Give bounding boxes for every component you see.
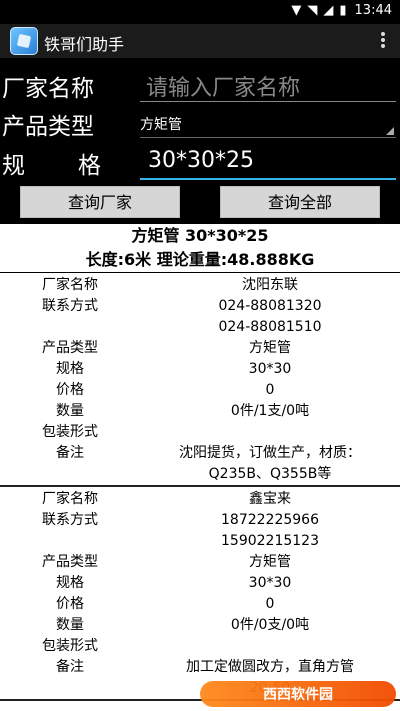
spec-input-value: 30*30*25 — [148, 148, 254, 173]
result-row: 价格 0 — [0, 594, 400, 615]
result-row: 备注 加工定做圆改方，直角方管 — [0, 657, 400, 678]
result-value: 024-88081320 — [218, 298, 322, 314]
spec-row: 规 格 30*30*25 — [0, 142, 400, 182]
result-key: 产品类型 — [42, 554, 98, 570]
status-time: 13:44 — [354, 3, 392, 18]
manufacturer-input[interactable]: 请输入厂家名称 — [140, 66, 396, 102]
result-value: 30*30 — [248, 575, 292, 591]
summary-detail: 长度:6米 理论重量:48.888KG — [85, 250, 315, 269]
overflow-dot-icon — [381, 44, 385, 48]
result-key: 产品类型 — [42, 340, 98, 356]
product-type-row: 产品类型 方矩管 — [0, 104, 400, 142]
result-value: 鑫宝来 — [249, 491, 291, 507]
result-row: 厂家名称 鑫宝来 — [0, 489, 400, 510]
spec-label-2: 格 — [78, 153, 101, 179]
status-bar: ▼ ◥ ◢ ▮ 13:44 — [0, 0, 400, 24]
summary-title: 方矩管 30*30*25 — [131, 226, 269, 245]
result-row: 数量 0件/1支/0吨 — [0, 401, 400, 422]
watermark-logo: 西西软件园 — [200, 681, 396, 707]
result-key — [0, 464, 140, 485]
result-value: Q235B、Q355B等 — [208, 466, 332, 482]
location-icon: ▼ — [291, 3, 302, 18]
result-row: 规格 30*30 — [0, 359, 400, 380]
action-bar: 铁哥们助手 — [0, 24, 400, 58]
result-key — [0, 531, 140, 552]
result-row: 规格 30*30 — [0, 573, 400, 594]
result-row: 包装形式 — [0, 422, 400, 443]
query-all-button[interactable]: 查询全部 — [220, 186, 380, 218]
result-row: 产品类型 方矩管 — [0, 552, 400, 573]
manufacturer-row: 厂家名称 请输入厂家名称 — [0, 62, 400, 104]
result-list[interactable]: 厂家名称 沈阳东联联系方式 024-88081320 024-88081510 产品类型… — [0, 273, 400, 711]
result-row: 包装形式 — [0, 636, 400, 657]
result-value: 18722225966 — [221, 512, 319, 528]
result-key: 数量 — [56, 403, 84, 419]
result-key: 包装形式 — [42, 638, 98, 654]
battery-icon: ▮ — [339, 3, 347, 18]
result-value: 0件/0支/0吨 — [230, 617, 310, 633]
result-key: 规格 — [56, 575, 84, 591]
result-value: 0 — [265, 596, 275, 612]
result-row: Q235B、Q355B等 — [0, 464, 400, 485]
result-key: 备注 — [56, 445, 84, 461]
result-value: 方矩管 — [249, 340, 291, 356]
result-key: 价格 — [56, 382, 84, 398]
result-row: 数量 0件/0支/0吨 — [0, 615, 400, 636]
result-record[interactable]: 厂家名称 沈阳东联联系方式 024-88081320 024-88081510 产品类型… — [0, 273, 400, 487]
result-key — [0, 317, 140, 338]
result-key: 规格 — [56, 361, 84, 377]
app-logo-icon — [10, 27, 38, 55]
result-value: 0 — [265, 382, 275, 398]
query-manufacturer-button[interactable]: 查询厂家 — [20, 186, 180, 218]
result-value: 024-88081510 — [218, 319, 322, 335]
result-value: 沈阳东联 — [242, 277, 298, 293]
signal-icon: ◢ — [323, 3, 334, 18]
result-row: 15902215123 — [0, 531, 400, 552]
wifi-icon: ◥ — [307, 3, 318, 18]
result-value: 方矩管 — [249, 554, 291, 570]
result-value: 加工定做圆改方，直角方管 — [186, 659, 354, 675]
product-type-value: 方矩管 — [140, 117, 182, 133]
overflow-dot-icon — [381, 32, 385, 36]
overflow-dot-icon — [381, 38, 385, 42]
watermark-text: 西西软件园 — [263, 687, 333, 703]
result-key: 数量 — [56, 617, 84, 633]
result-value: 30*30 — [248, 361, 292, 377]
manufacturer-label: 厂家名称 — [2, 76, 94, 102]
app-title: 铁哥们助手 — [44, 35, 125, 54]
manufacturer-placeholder: 请输入厂家名称 — [146, 76, 301, 101]
result-row: 联系方式 024-88081320 — [0, 296, 400, 317]
result-key: 联系方式 — [42, 512, 98, 528]
result-value — [140, 422, 400, 443]
result-key: 厂家名称 — [42, 491, 98, 507]
result-row: 联系方式 18722225966 — [0, 510, 400, 531]
main-content: 厂家名称 请输入厂家名称 产品类型 方矩管 规 格 30*30*25 查询厂家 … — [0, 58, 400, 711]
result-record[interactable]: 厂家名称 鑫宝来联系方式 18722225966 15902215123 产品类型 方矩管… — [0, 487, 400, 701]
result-value: 沈阳提货，订做生产，材质： — [179, 445, 361, 461]
result-key: 价格 — [56, 596, 84, 612]
result-key: 厂家名称 — [42, 277, 98, 293]
result-key: 备注 — [56, 659, 84, 675]
overflow-menu-button[interactable] — [380, 32, 386, 52]
result-row: 024-88081510 — [0, 317, 400, 338]
result-row: 备注 沈阳提货，订做生产，材质： — [0, 443, 400, 464]
status-icons: ▼ ◥ ◢ ▮ 13:44 — [291, 3, 392, 18]
result-key — [0, 678, 140, 699]
dropdown-arrow-icon — [386, 127, 394, 135]
result-key: 联系方式 — [42, 298, 98, 314]
result-summary: 方矩管 30*30*25 长度:6米 理论重量:48.888KG — [0, 224, 400, 272]
result-row: 价格 0 — [0, 380, 400, 401]
result-value — [140, 636, 400, 657]
result-value: 15902215123 — [221, 533, 319, 549]
result-row: 产品类型 方矩管 — [0, 338, 400, 359]
product-type-label: 产品类型 — [2, 114, 94, 140]
product-type-select[interactable]: 方矩管 — [140, 108, 396, 138]
result-key: 包装形式 — [42, 424, 98, 440]
result-row: 厂家名称 沈阳东联 — [0, 275, 400, 296]
result-value: 0件/1支/0吨 — [230, 403, 310, 419]
spec-label-1: 规 — [2, 153, 25, 179]
spec-input[interactable]: 30*30*25 — [140, 142, 396, 180]
